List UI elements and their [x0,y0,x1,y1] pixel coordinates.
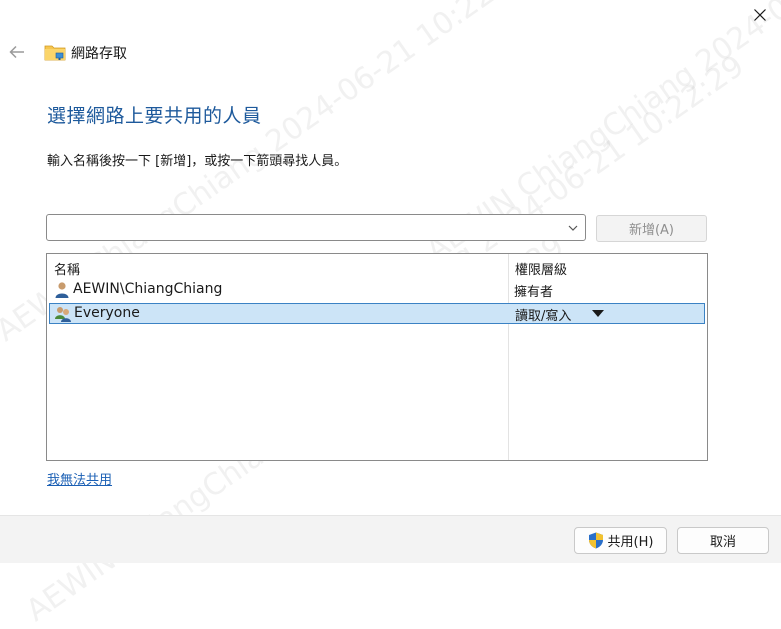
network-folder-icon [44,45,66,61]
name-combobox[interactable] [46,214,586,241]
column-header-name[interactable]: 名稱 [54,259,80,278]
caret-down-icon[interactable] [592,310,604,317]
uac-shield-icon [588,532,603,549]
people-list[interactable]: 名稱 權限層級 AEWIN\ChiangChiang 擁有者 Everyone … [46,253,708,461]
back-arrow-icon [9,45,24,59]
combobox-dropdown-button[interactable] [565,220,581,236]
cant-share-link[interactable]: 我無法共用 [47,469,112,488]
permission-dropdown[interactable]: 讀取/寫入 [515,305,571,324]
chevron-down-icon [568,225,578,231]
add-button[interactable]: 新增(A) [596,215,707,242]
list-row-owner[interactable]: AEWIN\ChiangChiang 擁有者 [49,280,705,301]
list-row-name: Everyone [74,305,140,321]
close-button[interactable] [738,0,781,30]
close-icon [753,9,766,21]
share-button[interactable]: 共用(H) [574,527,667,554]
window-title: 網路存取 [71,46,127,62]
list-row-everyone[interactable]: Everyone 讀取/寫入 [49,303,705,324]
back-button[interactable] [4,40,30,64]
group-icon [55,307,71,322]
list-row-name: AEWIN\ChiangChiang [73,281,223,297]
user-icon [55,282,69,298]
instruction-text: 輸入名稱後按一下 [新增]，或按一下箭頭尋找人員。 [47,154,348,169]
page-heading: 選擇網路上要共用的人員 [47,105,262,127]
name-input[interactable] [53,218,557,239]
list-row-permission: 擁有者 [514,285,554,300]
cancel-button[interactable]: 取消 [677,527,769,554]
column-header-permission[interactable]: 權限層級 [515,259,567,278]
share-button-label: 共用(H) [607,535,654,550]
